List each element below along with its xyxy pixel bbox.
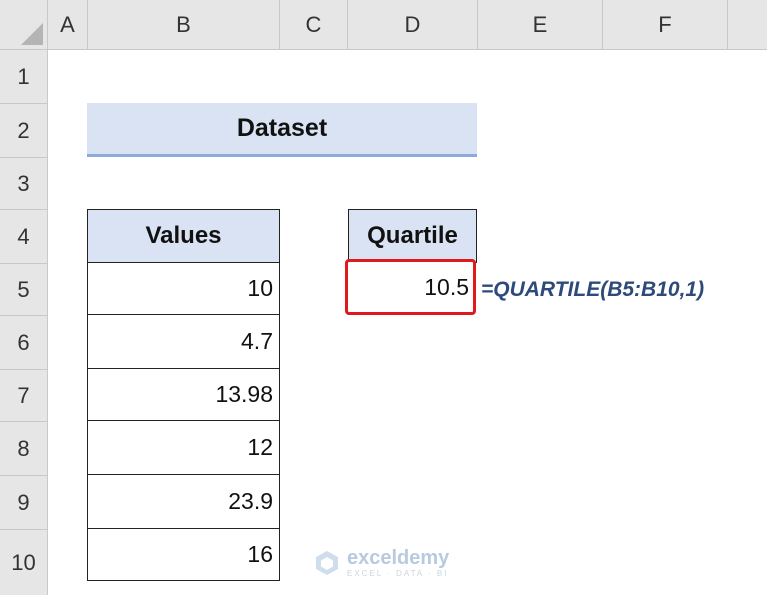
- value-cell-b6[interactable]: 4.7: [87, 315, 280, 369]
- value-cell-b9[interactable]: 23.9: [87, 475, 280, 529]
- spreadsheet-grid: A B C D E F 1 2 3 4 5 6 7 8 9 10 Dataset…: [0, 0, 767, 595]
- column-header-c[interactable]: C: [280, 0, 348, 50]
- value-cell-b10[interactable]: 16: [87, 529, 280, 581]
- exceldemy-watermark: exceldemy EXCEL · DATA · BI: [313, 545, 449, 581]
- row-header-4[interactable]: 4: [0, 210, 48, 264]
- row-header-5[interactable]: 5: [0, 264, 48, 316]
- value-cell-b5[interactable]: 10: [87, 263, 280, 315]
- value-cell-b8[interactable]: 12: [87, 421, 280, 475]
- row-header-8[interactable]: 8: [0, 422, 48, 476]
- values-header-cell[interactable]: Values: [87, 209, 280, 263]
- column-header-d[interactable]: D: [348, 0, 478, 50]
- row-header-1[interactable]: 1: [0, 50, 48, 104]
- row-header-2[interactable]: 2: [0, 104, 48, 158]
- column-header-b[interactable]: B: [88, 0, 280, 50]
- select-all-triangle-icon: [21, 23, 43, 45]
- exceldemy-logo-icon: [316, 551, 338, 575]
- row-header-9[interactable]: 9: [0, 476, 48, 530]
- row-header-3[interactable]: 3: [0, 158, 48, 210]
- column-header-e[interactable]: E: [478, 0, 603, 50]
- column-header-next[interactable]: [728, 0, 767, 50]
- quartile-result-cell[interactable]: 10.5: [345, 259, 476, 315]
- column-header-a[interactable]: A: [48, 0, 88, 50]
- formula-annotation: =QUARTILE(B5:B10,1): [481, 278, 705, 301]
- quartile-header-cell[interactable]: Quartile: [348, 209, 477, 263]
- row-header-10[interactable]: 10: [0, 530, 48, 595]
- watermark-name: exceldemy: [347, 547, 450, 569]
- row-header-7[interactable]: 7: [0, 370, 48, 422]
- value-cell-b7[interactable]: 13.98: [87, 369, 280, 421]
- row-header-6[interactable]: 6: [0, 316, 48, 370]
- dataset-title-cell[interactable]: Dataset: [87, 103, 477, 157]
- select-all-button[interactable]: [0, 0, 48, 50]
- column-header-f[interactable]: F: [603, 0, 728, 50]
- watermark-tagline: EXCEL · DATA · BI: [347, 569, 449, 578]
